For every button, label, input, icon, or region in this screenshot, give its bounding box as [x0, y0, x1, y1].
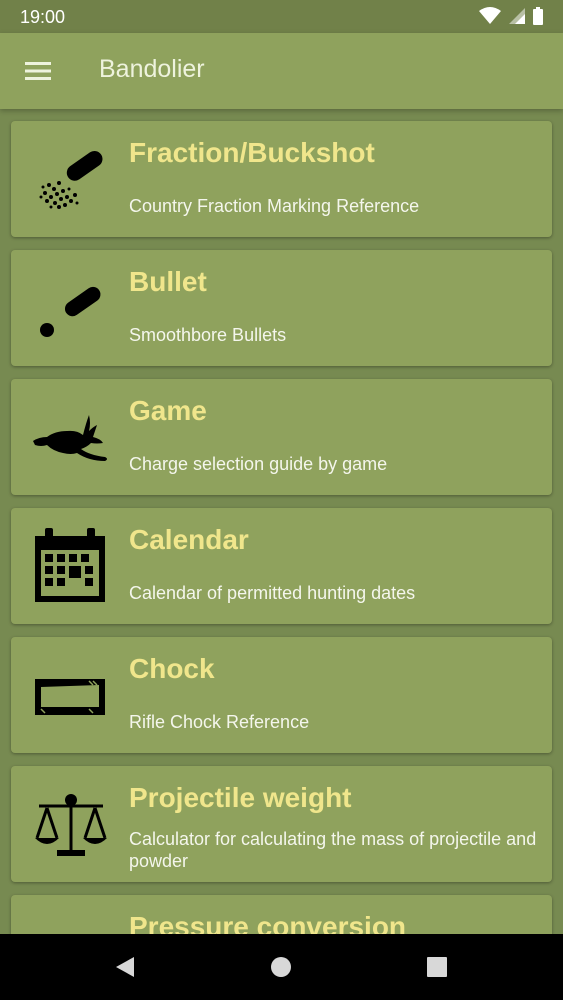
card-projectile-weight[interactable]: Projectile weight Calculator for calcula…: [11, 766, 552, 882]
card-title: Projectile weight: [129, 782, 352, 813]
status-time: 19:00: [20, 7, 66, 27]
home-icon[interactable]: [270, 955, 292, 979]
card-title: Game: [129, 395, 207, 426]
card-chock[interactable]: Chock Rifle Chock Reference: [11, 637, 552, 753]
card-title: Pressure conversion: [129, 911, 407, 934]
app-bar: Bandolier: [0, 33, 563, 109]
bullet-icon: [40, 286, 101, 337]
card-title: Fraction/Buckshot: [129, 137, 375, 168]
card-calendar[interactable]: Calendar Calendar of permitted hunting d…: [11, 508, 552, 624]
scales-icon: [35, 794, 107, 856]
card-bullet[interactable]: Bullet Smoothbore Bullets: [11, 250, 552, 366]
navigation-bar: [0, 934, 563, 1000]
card-subtitle: Charge selection guide by game: [129, 454, 388, 474]
recents-icon[interactable]: [426, 955, 448, 979]
card-pressure-conversion[interactable]: Pressure conversion: [11, 895, 552, 934]
buckshot-shell-icon: [39, 150, 103, 209]
wifi-icon: [479, 7, 501, 24]
status-bar: 19:00: [0, 0, 563, 33]
battery-icon: [533, 7, 543, 25]
card-title: Bullet: [129, 266, 207, 297]
card-fraction-buckshot[interactable]: Fraction/Buckshot Country Fraction Marki…: [11, 121, 552, 237]
card-game[interactable]: Game Charge selection guide by game: [11, 379, 552, 495]
calendar-icon: [35, 528, 105, 602]
card-subtitle: Country Fraction Marking Reference: [129, 196, 420, 216]
pressure-gauge-icon: [31, 913, 111, 934]
app-title: Bandolier: [99, 55, 205, 83]
card-subtitle: Smoothbore Bullets: [129, 325, 287, 345]
card-title: Calendar: [129, 524, 249, 555]
back-icon[interactable]: [114, 955, 136, 979]
status-icons: [479, 7, 543, 25]
menu-list: Fraction/Buckshot Country Fraction Marki…: [0, 109, 563, 934]
card-subtitle: Rifle Chock Reference: [129, 712, 310, 732]
hare-icon: [33, 415, 107, 461]
card-subtitle: Calculator for calculating the mass of p…: [129, 829, 537, 871]
menu-icon[interactable]: [24, 59, 52, 83]
signal-icon: [509, 8, 525, 24]
card-title: Chock: [129, 653, 215, 684]
chock-icon: [35, 679, 105, 715]
card-subtitle: Calendar of permitted hunting dates: [129, 583, 416, 603]
